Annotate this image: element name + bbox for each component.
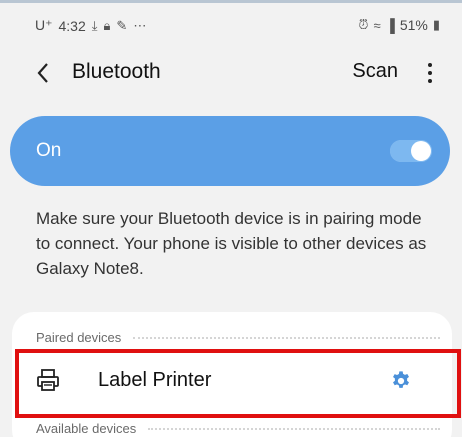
bluetooth-master-switch-bar[interactable]: On: [10, 116, 450, 186]
more-dot: [428, 79, 432, 83]
app-bar: Bluetooth Scan: [0, 48, 462, 98]
more-dot: [428, 63, 432, 67]
alarm-icon: ⏰︎: [358, 17, 369, 32]
paired-devices-header: Paired devices: [36, 330, 440, 345]
clock: 4:32: [58, 17, 86, 34]
battery-icon: ▮: [432, 17, 440, 32]
download-icon: ⤓: [91, 17, 98, 33]
scan-button[interactable]: Scan: [352, 60, 398, 83]
edit-icon: ✎: [116, 17, 128, 33]
toggle-knob: [411, 141, 431, 161]
available-devices-header: Available devices: [36, 421, 440, 436]
wifi-icon: ≈: [373, 17, 381, 33]
highlight-box: [15, 349, 461, 418]
back-button[interactable]: [28, 58, 58, 88]
available-devices-label: Available devices: [36, 421, 137, 436]
signal-icon: ▐: [385, 17, 395, 33]
battery-level: 51%: [399, 17, 428, 33]
lock-icon: 🔒︎: [103, 17, 111, 33]
status-right: ⏰︎ ≈ ▐ 51% ▮: [358, 17, 440, 33]
bluetooth-toggle[interactable]: [390, 140, 432, 162]
pairing-description: Make sure your Bluetooth device is in pa…: [36, 209, 427, 278]
section-divider: [148, 427, 440, 430]
more-options-button[interactable]: [420, 58, 440, 88]
status-left: U⁺ 4:32 ⤓ 🔒︎ ✎ ⋯: [35, 17, 146, 34]
switch-state-label: On: [36, 140, 62, 161]
status-bar: U⁺ 4:32 ⤓ 🔒︎ ✎ ⋯ ⏰︎ ≈ ▐ 51% ▮: [0, 3, 462, 45]
carrier-label: U⁺: [35, 17, 53, 33]
more-dots-icon: ⋯: [133, 17, 147, 33]
back-arrow-icon: [37, 63, 48, 83]
page-title: Bluetooth: [72, 60, 161, 83]
section-divider: [133, 336, 440, 339]
paired-devices-label: Paired devices: [36, 330, 122, 345]
more-dot: [428, 71, 432, 75]
